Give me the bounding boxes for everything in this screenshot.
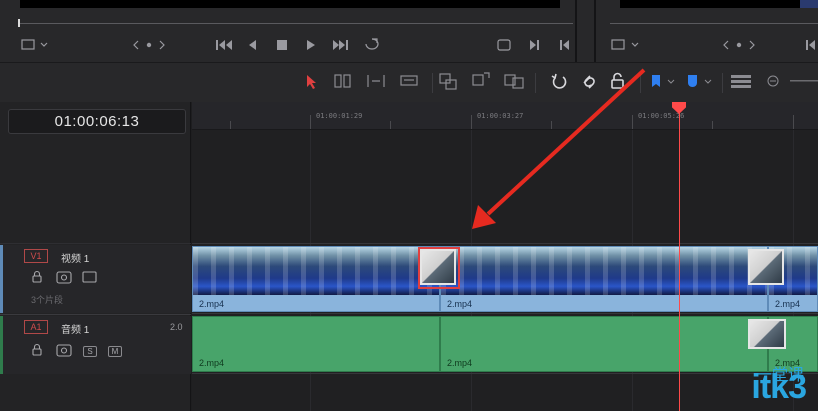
watermark-logo: itk3 bbox=[751, 368, 807, 406]
annotation-arrow bbox=[472, 68, 646, 229]
